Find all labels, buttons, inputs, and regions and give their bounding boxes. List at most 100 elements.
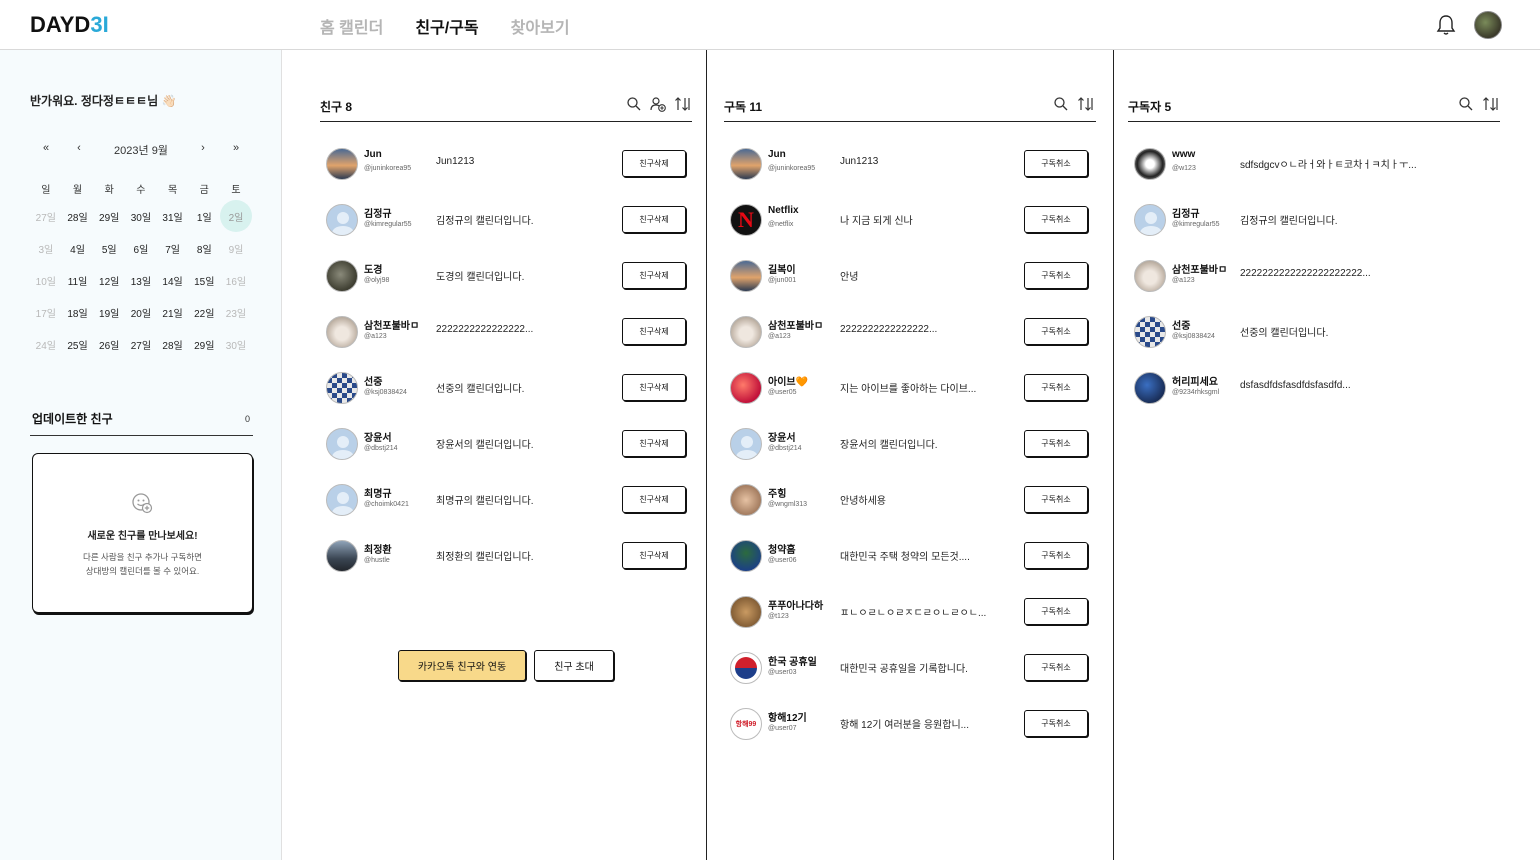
avatar[interactable] bbox=[326, 540, 358, 572]
unsubscribe-button[interactable]: 구독취소 bbox=[1024, 262, 1088, 289]
unsubscribe-button[interactable]: 구독취소 bbox=[1024, 598, 1088, 625]
calendar-day[interactable]: 20일 bbox=[125, 305, 157, 320]
next-year-button[interactable]: » bbox=[220, 142, 252, 158]
calendar-day[interactable]: 31일 bbox=[157, 209, 189, 224]
calendar-day[interactable]: 29일 bbox=[188, 337, 220, 352]
avatar[interactable] bbox=[730, 540, 762, 572]
calendar-day-today[interactable]: 2일 bbox=[220, 200, 252, 232]
subscription-row[interactable]: 푸푸아나다하 @t123 ㅍㄴㅇㄹㄴㅇㄹㅈㄷㄹㅇㄴㄹㅇㄴ... 구독취소 bbox=[724, 596, 1096, 652]
calendar-day[interactable]: 30일 bbox=[220, 337, 252, 352]
invite-friend-button[interactable]: 친구 초대 bbox=[534, 650, 614, 681]
calendar-day[interactable]: 23일 bbox=[220, 305, 252, 320]
calendar-day[interactable]: 4일 bbox=[62, 241, 94, 256]
subscription-row[interactable]: 길복이 @jun001 안녕 구독취소 bbox=[724, 260, 1096, 316]
calendar-day[interactable]: 10일 bbox=[30, 273, 62, 288]
calendar-day[interactable]: 17일 bbox=[30, 305, 62, 320]
subscription-row[interactable]: 주힝 @wngml313 안녕하세용 구독취소 bbox=[724, 484, 1096, 540]
logo[interactable]: DAYD3I bbox=[30, 12, 109, 38]
subscriber-row[interactable]: 삼천포불바ㅁ @a123 2222222222222222222222... bbox=[1128, 260, 1500, 316]
search-icon[interactable] bbox=[1458, 96, 1474, 112]
avatar[interactable] bbox=[730, 652, 762, 684]
subscription-row[interactable]: 한국 공휴일 @user03 대한민국 공휴일을 기록합니다. 구독취소 bbox=[724, 652, 1096, 708]
user-avatar[interactable] bbox=[1474, 11, 1502, 39]
calendar-day[interactable]: 18일 bbox=[62, 305, 94, 320]
calendar-day[interactable]: 27일 bbox=[30, 209, 62, 224]
unsubscribe-button[interactable]: 구독취소 bbox=[1024, 542, 1088, 569]
calendar-day[interactable]: 19일 bbox=[93, 305, 125, 320]
calendar-day[interactable]: 5일 bbox=[93, 241, 125, 256]
remove-friend-button[interactable]: 친구삭제 bbox=[622, 262, 686, 289]
next-month-button[interactable]: › bbox=[187, 142, 219, 158]
friend-row[interactable]: Jun @juninkorea95 Jun1213 친구삭제 bbox=[320, 148, 692, 204]
avatar[interactable] bbox=[730, 372, 762, 404]
unsubscribe-button[interactable]: 구독취소 bbox=[1024, 710, 1088, 737]
subscription-row[interactable]: 항해99 항해12기 @user07 항해 12기 여러분을 응원합니... 구독취소 bbox=[724, 708, 1096, 764]
kakao-sync-button[interactable]: 카카오톡 친구와 연동 bbox=[398, 650, 526, 681]
avatar[interactable]: 항해99 bbox=[730, 708, 762, 740]
avatar[interactable] bbox=[326, 148, 358, 180]
calendar-day[interactable]: 25일 bbox=[62, 337, 94, 352]
calendar-day[interactable]: 9일 bbox=[220, 241, 252, 256]
avatar[interactable] bbox=[730, 260, 762, 292]
calendar-day[interactable]: 22일 bbox=[188, 305, 220, 320]
avatar[interactable] bbox=[1134, 372, 1166, 404]
remove-friend-button[interactable]: 친구삭제 bbox=[622, 374, 686, 401]
subscription-row[interactable]: N Netflix @netflix 나 지금 되게 신나 구독취소 bbox=[724, 204, 1096, 260]
calendar-day[interactable]: 14일 bbox=[157, 273, 189, 288]
friend-row[interactable]: 김정규 @kimregular55 김정규의 캘린더입니다. 친구삭제 bbox=[320, 204, 692, 260]
unsubscribe-button[interactable]: 구독취소 bbox=[1024, 318, 1088, 345]
add-friend-icon[interactable] bbox=[650, 96, 666, 112]
friend-row[interactable]: 최명규 @choimk0421 최명규의 캘린더입니다. 친구삭제 bbox=[320, 484, 692, 540]
calendar-day[interactable]: 27일 bbox=[125, 337, 157, 352]
search-icon[interactable] bbox=[626, 96, 642, 112]
sort-icon[interactable] bbox=[674, 96, 690, 112]
avatar[interactable] bbox=[326, 372, 358, 404]
subscription-row[interactable]: 청약홈 @user06 대한민국 주택 청약의 모든것.... 구독취소 bbox=[724, 540, 1096, 596]
search-icon[interactable] bbox=[1053, 96, 1069, 112]
avatar[interactable] bbox=[730, 316, 762, 348]
remove-friend-button[interactable]: 친구삭제 bbox=[622, 486, 686, 513]
unsubscribe-button[interactable]: 구독취소 bbox=[1024, 486, 1088, 513]
avatar[interactable] bbox=[1134, 260, 1166, 292]
avatar[interactable]: N bbox=[730, 204, 762, 236]
remove-friend-button[interactable]: 친구삭제 bbox=[622, 542, 686, 569]
remove-friend-button[interactable]: 친구삭제 bbox=[622, 206, 686, 233]
calendar-day[interactable]: 7일 bbox=[157, 241, 189, 256]
avatar[interactable] bbox=[326, 428, 358, 460]
friend-row[interactable]: 최정환 @hustle 최정환의 캘린더입니다. 친구삭제 bbox=[320, 540, 692, 596]
calendar-day[interactable]: 28일 bbox=[62, 209, 94, 224]
bell-icon[interactable] bbox=[1436, 14, 1456, 36]
subscriber-row[interactable]: www @w123 sdfsdgcvㅇㄴ라ㅓ와ㅏㅌ코차ㅓㅋ치ㅏㅜ... bbox=[1128, 148, 1500, 204]
calendar-day[interactable]: 6일 bbox=[125, 241, 157, 256]
unsubscribe-button[interactable]: 구독취소 bbox=[1024, 430, 1088, 457]
calendar-day[interactable]: 16일 bbox=[220, 273, 252, 288]
unsubscribe-button[interactable]: 구독취소 bbox=[1024, 654, 1088, 681]
sort-icon[interactable] bbox=[1077, 96, 1093, 112]
unsubscribe-button[interactable]: 구독취소 bbox=[1024, 374, 1088, 401]
nav-home-calendar[interactable]: 홈 캘린더 bbox=[320, 14, 383, 38]
calendar-day[interactable]: 11일 bbox=[62, 273, 94, 288]
subscriber-row[interactable]: 허리피세요 @9234rhksgml dsfasdfdsfasdfdsfasdfd.… bbox=[1128, 372, 1500, 428]
calendar-day[interactable]: 21일 bbox=[157, 305, 189, 320]
calendar-day[interactable]: 15일 bbox=[188, 273, 220, 288]
unsubscribe-button[interactable]: 구독취소 bbox=[1024, 206, 1088, 233]
calendar-day[interactable]: 3일 bbox=[30, 241, 62, 256]
calendar-day[interactable]: 12일 bbox=[93, 273, 125, 288]
subscription-row[interactable]: 아이브🧡 @user05 지는 아이브를 좋아하는 다이브... 구독취소 bbox=[724, 372, 1096, 428]
avatar[interactable] bbox=[730, 484, 762, 516]
calendar-day[interactable]: 26일 bbox=[93, 337, 125, 352]
avatar[interactable] bbox=[326, 260, 358, 292]
calendar-day[interactable]: 28일 bbox=[157, 337, 189, 352]
calendar-day[interactable]: 29일 bbox=[93, 209, 125, 224]
avatar[interactable] bbox=[326, 316, 358, 348]
avatar[interactable] bbox=[730, 148, 762, 180]
friend-row[interactable]: 선중 @ksj0838424 선중의 캘린더입니다. 친구삭제 bbox=[320, 372, 692, 428]
remove-friend-button[interactable]: 친구삭제 bbox=[622, 430, 686, 457]
subscription-row[interactable]: 삼천포불바ㅁ @a123 2222222222222222... 구독취소 bbox=[724, 316, 1096, 372]
calendar-day[interactable]: 24일 bbox=[30, 337, 62, 352]
avatar[interactable] bbox=[730, 428, 762, 460]
remove-friend-button[interactable]: 친구삭제 bbox=[622, 318, 686, 345]
subscriber-row[interactable]: 김정규 @kimregular55 김정규의 캘린더입니다. bbox=[1128, 204, 1500, 260]
prev-month-button[interactable]: ‹ bbox=[63, 142, 95, 158]
avatar[interactable] bbox=[1134, 148, 1166, 180]
